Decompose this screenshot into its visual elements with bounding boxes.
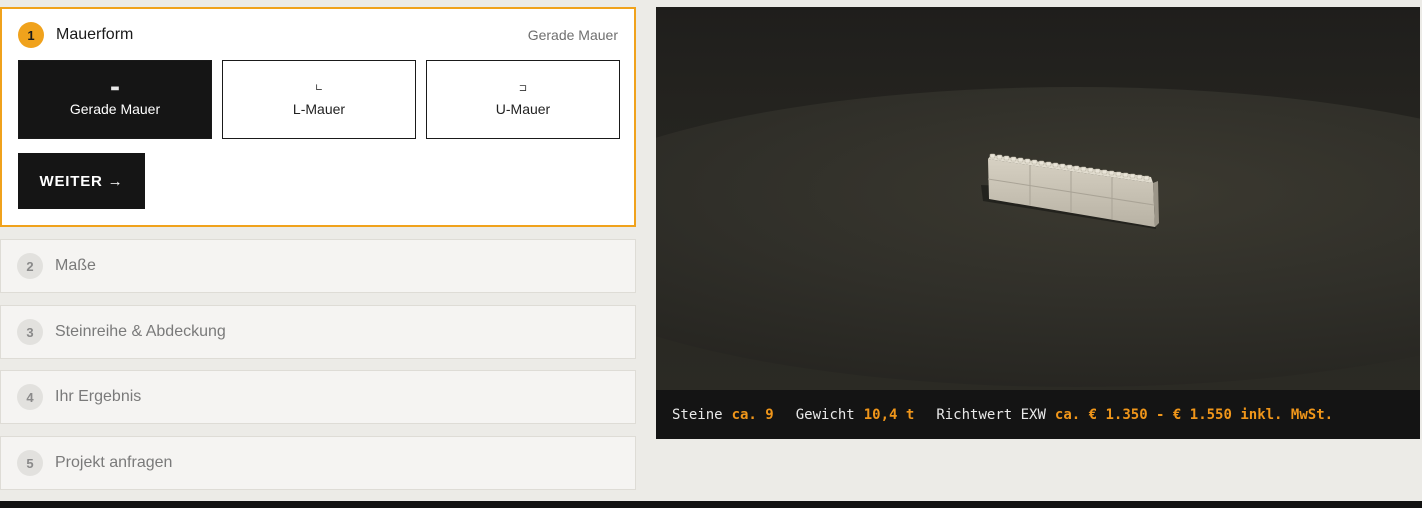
stones-value: ca. 9 [731,406,774,423]
step-result[interactable]: 4 Ihr Ergebnis [0,370,636,424]
option-u-wall[interactable]: ⊐ U-Mauer [426,60,620,139]
step-number-badge: 1 [18,22,44,48]
3d-viewer[interactable]: Steine ca. 9 Gewicht 10,4 t Richtwert EX… [656,7,1420,439]
footer-bar [0,501,1422,508]
step-wall-shape: 1 Mauerform Gerade Mauer ▬ Gerade Mauer … [0,7,636,227]
step-number-badge: 3 [17,319,43,345]
step-title: Mauerform [56,26,134,43]
option-label: L-Mauer [292,101,346,117]
ground-plane [656,87,1420,387]
step-request-project[interactable]: 5 Projekt anfragen [0,436,636,490]
step-wall-shape-header[interactable]: 1 Mauerform Gerade Mauer [18,22,618,48]
next-button[interactable]: WEITER → [18,153,145,209]
straight-wall-icon: ▬ [110,83,120,94]
step-label: Maße [55,257,96,274]
option-label: Gerade Mauer [69,101,161,117]
option-l-wall[interactable]: ∟ L-Mauer [222,60,416,139]
step-number-badge: 5 [17,450,43,476]
configurator-steps: 1 Mauerform Gerade Mauer ▬ Gerade Mauer … [0,7,636,490]
price-label: Richtwert EXW [936,406,1046,423]
step-label: Ihr Ergebnis [55,388,142,405]
weight-label: Gewicht [795,406,855,423]
option-label: U-Mauer [495,101,551,117]
step-selected-value: Gerade Mauer [527,27,618,43]
wall-shape-options: ▬ Gerade Mauer ∟ L-Mauer ⊐ U-Mauer [18,60,620,139]
option-straight-wall[interactable]: ▬ Gerade Mauer [18,60,212,139]
stones-label: Steine [672,406,723,423]
l-wall-icon: ∟ [314,83,324,94]
3d-scene[interactable] [656,7,1420,390]
step-number-badge: 4 [17,384,43,410]
u-wall-icon: ⊐ [518,83,528,94]
step-dimensions[interactable]: 2 Maße [0,239,636,293]
estimate-bar: Steine ca. 9 Gewicht 10,4 t Richtwert EX… [656,390,1420,439]
step-stone-row-cover[interactable]: 3 Steinreihe & Abdeckung [0,305,636,359]
step-label: Projekt anfragen [55,454,173,471]
price-value: ca. € 1.350 - € 1.550 inkl. MwSt. [1054,406,1334,423]
weight-value: 10,4 t [863,406,915,423]
step-label: Steinreihe & Abdeckung [55,323,226,340]
step-number-badge: 2 [17,253,43,279]
